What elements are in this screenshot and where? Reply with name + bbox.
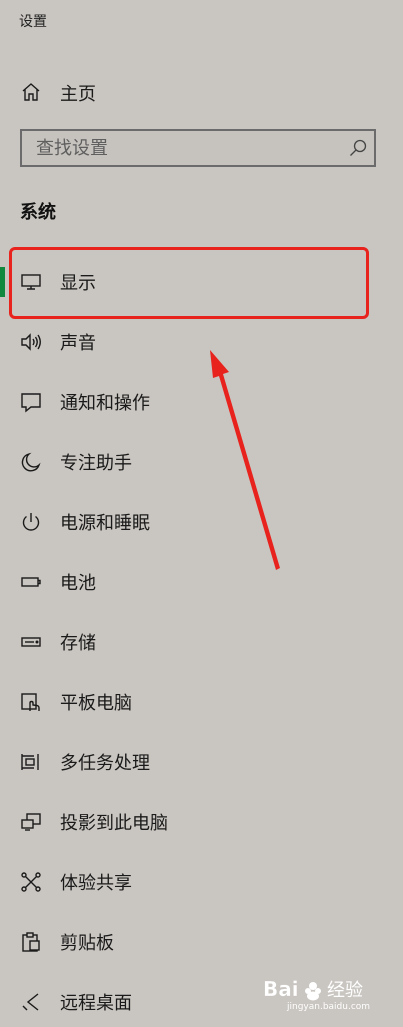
nav-item-project-to-pc[interactable]: 投影到此电脑 [0,797,380,847]
moon-icon [20,451,42,473]
nav-item-label: 专注助手 [60,453,132,474]
multitask-icon [20,751,42,773]
remote-desktop-icon [20,991,42,1013]
search-box[interactable] [20,129,376,167]
nav-item-power-sleep[interactable]: 电源和睡眠 [0,497,380,547]
nav-item-label: 电源和睡眠 [60,513,150,534]
nav-item-focus-assist[interactable]: 专注助手 [0,437,380,487]
nav-item-label: 体验共享 [60,873,132,894]
window-title: 设置 [19,14,47,30]
battery-icon [20,571,42,593]
nav-item-tablet[interactable]: 平板电脑 [0,677,380,727]
search-input[interactable] [22,131,332,165]
nav-item-remote-desktop[interactable]: 远程桌面 [0,977,380,1027]
monitor-icon [20,271,42,293]
nav-item-label: 显示 [60,273,96,294]
nav-item-battery[interactable]: 电池 [0,557,380,607]
section-heading: 系统 [20,202,56,223]
home-icon [20,81,42,103]
home-nav-item[interactable]: 主页 [0,72,380,112]
tablet-icon [20,691,42,713]
notification-icon [20,391,42,413]
nav-item-label: 声音 [60,333,96,354]
nav-item-label: 远程桌面 [60,993,132,1014]
nav-item-label: 平板电脑 [60,693,132,714]
storage-icon [20,631,42,653]
nav-item-shared-experiences[interactable]: 体验共享 [0,857,380,907]
nav-item-notifications[interactable]: 通知和操作 [0,377,380,427]
nav-item-label: 剪贴板 [60,933,114,954]
nav-item-label: 存储 [60,633,96,654]
speaker-icon [20,331,42,353]
nav-item-label: 电池 [60,573,96,594]
home-label: 主页 [60,84,96,105]
power-icon [20,511,42,533]
nav-item-label: 通知和操作 [60,393,150,414]
clipboard-icon [20,931,42,953]
nav-item-storage[interactable]: 存储 [0,617,380,667]
project-icon [20,811,42,833]
nav-item-display[interactable]: 显示 [0,257,380,307]
nav-item-multitasking[interactable]: 多任务处理 [0,737,380,787]
share-icon [20,871,42,893]
nav-item-clipboard[interactable]: 剪贴板 [0,917,380,967]
nav-item-label: 多任务处理 [60,753,150,774]
nav-item-sound[interactable]: 声音 [0,317,380,367]
nav-item-label: 投影到此电脑 [60,813,168,834]
search-icon[interactable] [348,138,368,158]
